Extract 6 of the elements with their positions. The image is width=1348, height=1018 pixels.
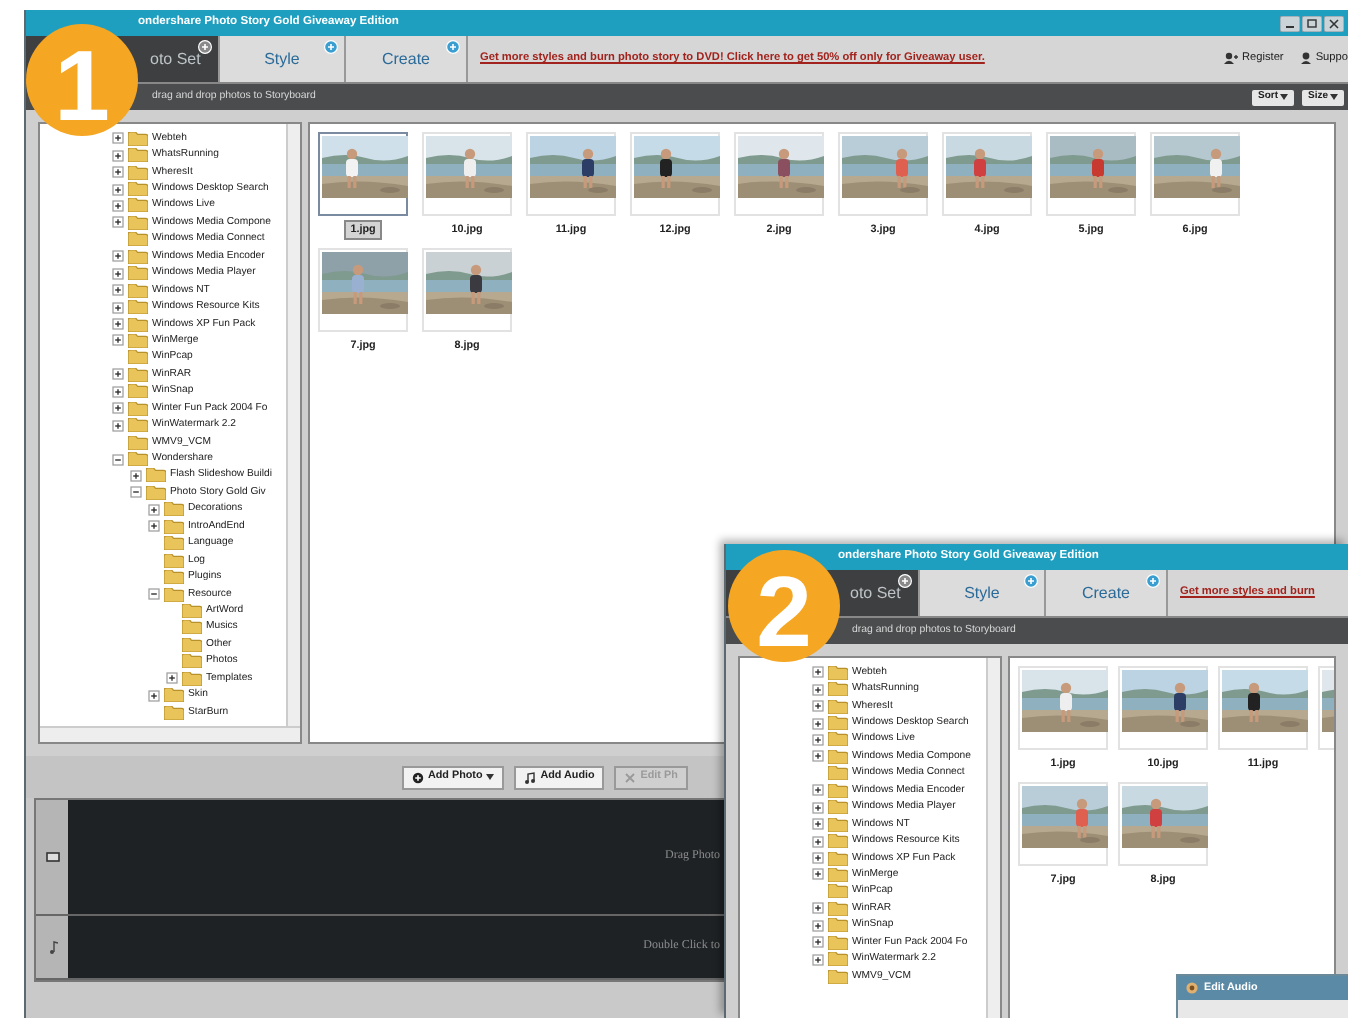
tab[interactable]: Create <box>1046 570 1168 616</box>
tab[interactable]: Create <box>346 36 468 82</box>
tab[interactable]: oto Set <box>146 36 220 82</box>
tab[interactable]: Style <box>920 570 1046 616</box>
tab[interactable]: Style <box>220 36 346 82</box>
tab[interactable]: oto Set <box>846 570 920 616</box>
